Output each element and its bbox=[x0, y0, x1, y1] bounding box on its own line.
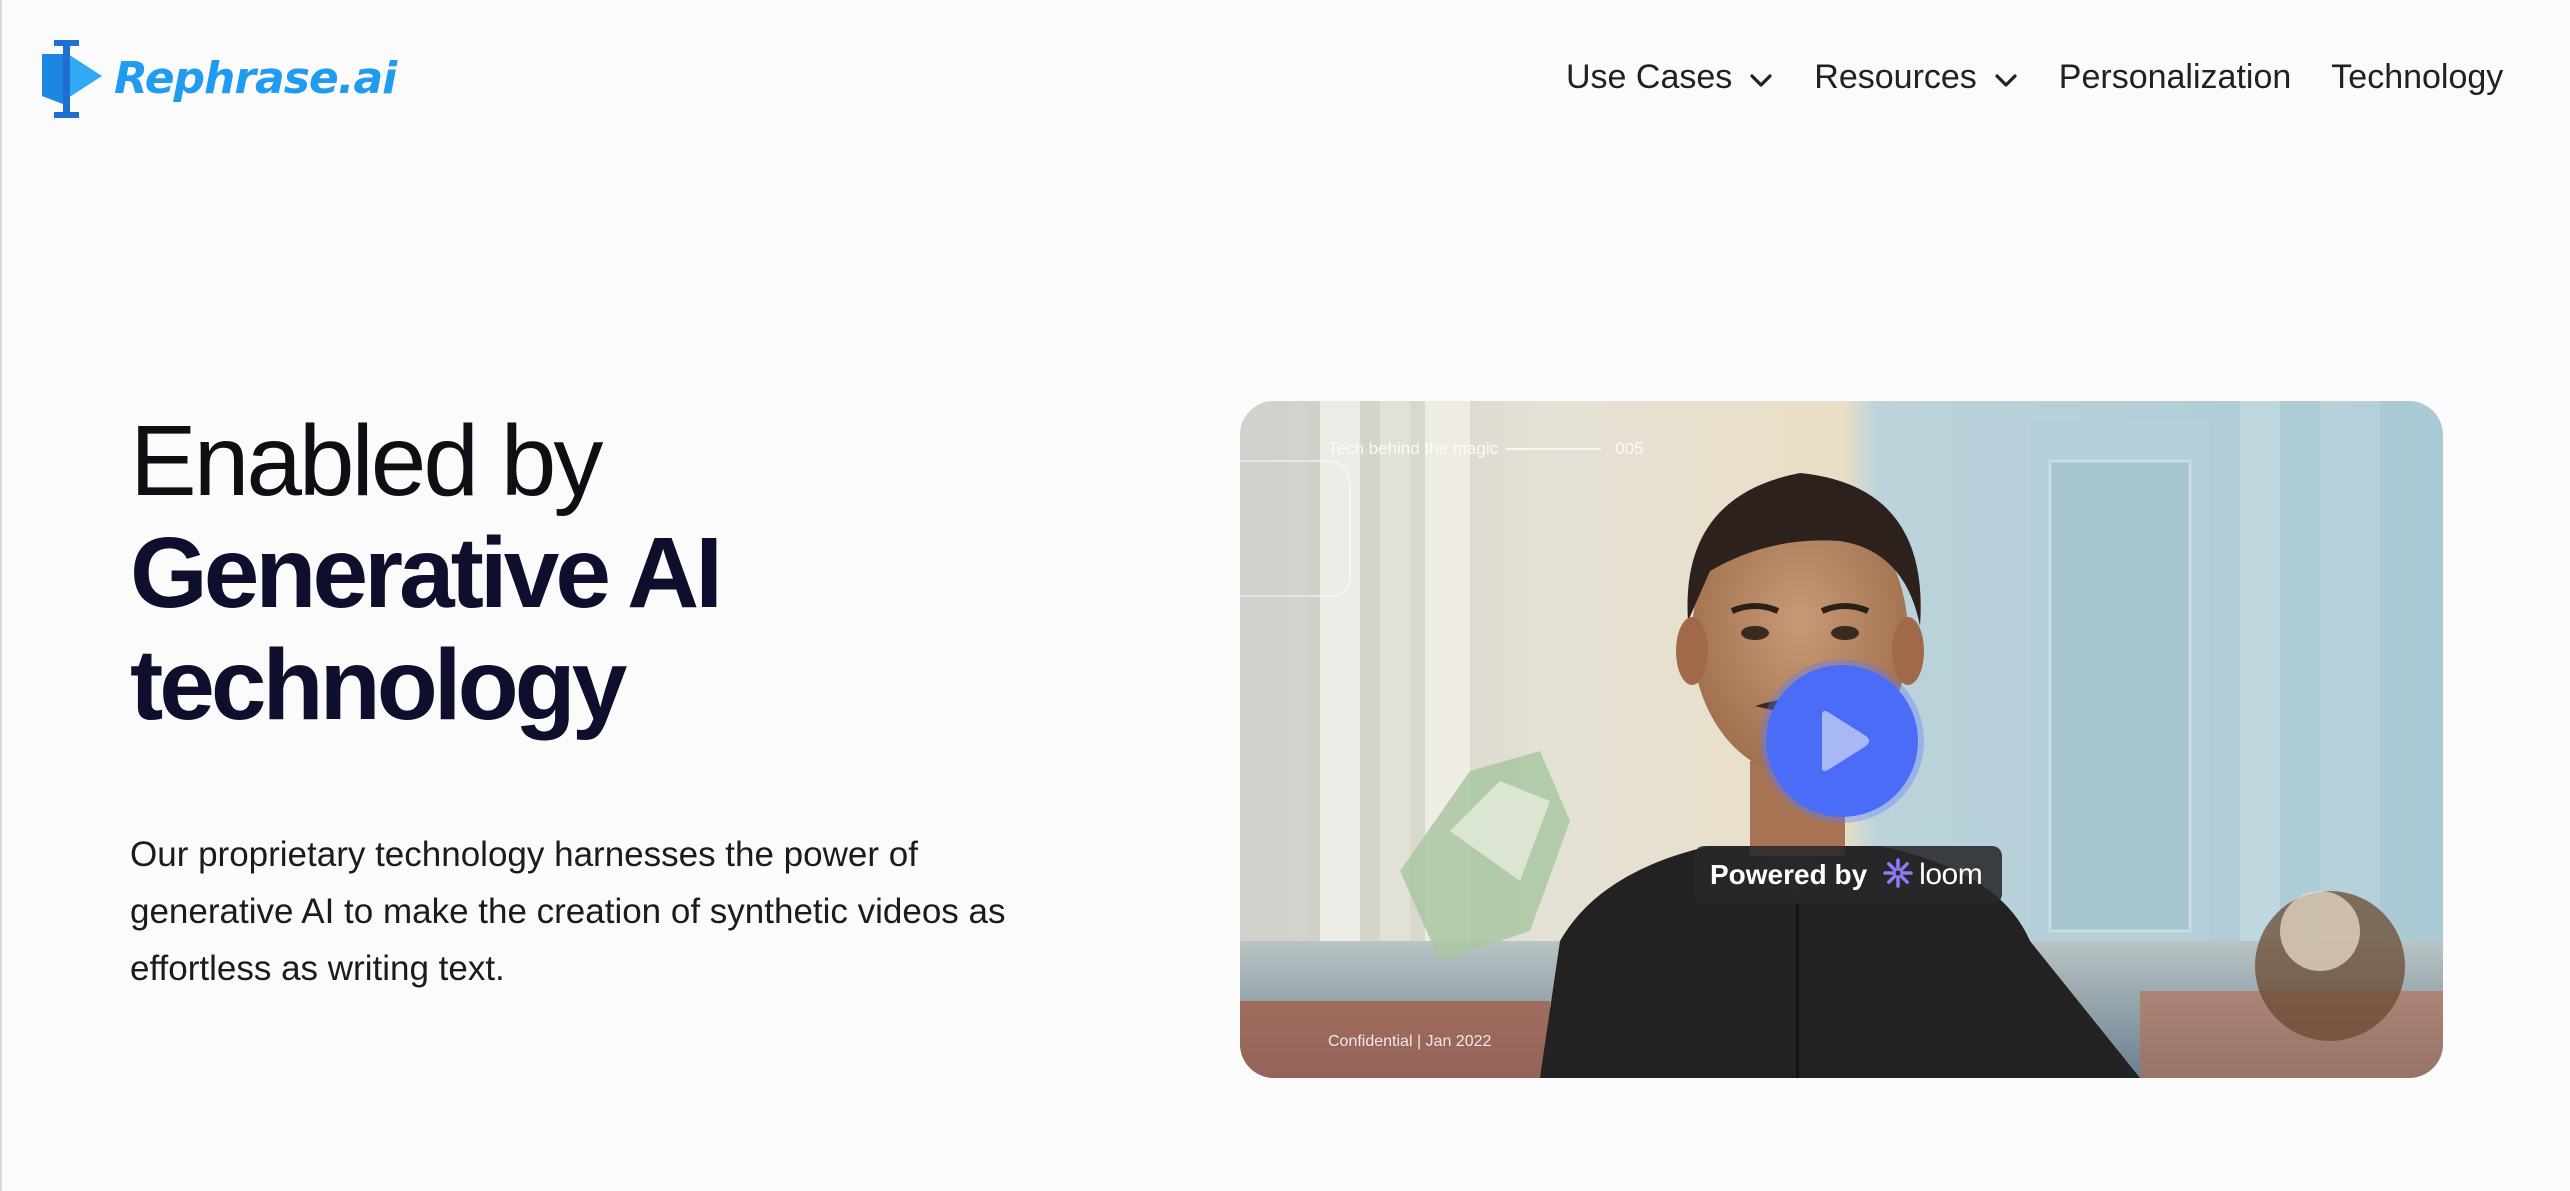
hero-title: Enabled by Generative AI technology bbox=[130, 405, 723, 741]
loom-wordmark: loom bbox=[1919, 858, 1983, 891]
page: Rephrase.ai Use Cases Resources Personal… bbox=[0, 0, 2570, 1191]
nav-use-cases[interactable]: Use Cases bbox=[1566, 58, 1772, 97]
rephrase-logo-icon bbox=[42, 40, 102, 118]
logo-link[interactable]: Rephrase.ai bbox=[38, 36, 397, 120]
powered-by-loom-badge[interactable]: Powered by loom bbox=[1694, 846, 2003, 904]
nav-use-cases-label: Use Cases bbox=[1566, 58, 1733, 96]
nav-technology[interactable]: Technology bbox=[2331, 58, 2503, 97]
video-caption-number: 005 bbox=[1615, 439, 1644, 458]
nav-resources-label: Resources bbox=[1814, 58, 1977, 96]
nav-personalization-label: Personalization bbox=[2058, 58, 2292, 96]
main-nav: Use Cases Resources Personalization Tech… bbox=[1566, 58, 2503, 97]
play-icon bbox=[1822, 711, 1869, 771]
hero-title-line3: technology bbox=[130, 629, 627, 741]
play-button[interactable] bbox=[1766, 665, 1918, 817]
chevron-down-icon bbox=[1995, 58, 2017, 97]
video-caption-title: Tech behind the magic bbox=[1328, 439, 1499, 458]
nav-resources[interactable]: Resources bbox=[1814, 58, 2017, 97]
video-caption-top: Tech behind the magic 005 bbox=[1328, 439, 1643, 459]
hero-title-line2: Generative AI bbox=[130, 517, 723, 629]
video-caption-bottom: Confidential | Jan 2022 bbox=[1328, 1033, 1492, 1050]
hero-title-line1: Enabled by bbox=[130, 405, 603, 517]
site-header: Rephrase.ai Use Cases Resources Personal… bbox=[0, 0, 2570, 160]
nav-technology-label: Technology bbox=[2331, 58, 2504, 96]
chevron-down-icon bbox=[1750, 58, 1772, 97]
powered-by-label: Powered by bbox=[1710, 859, 1868, 890]
loom-icon bbox=[1883, 857, 1913, 893]
video-player[interactable]: Tech behind the magic 005 Confidential |… bbox=[1240, 401, 2443, 1078]
logo-wordmark: Rephrase.ai bbox=[114, 52, 397, 104]
caption-divider bbox=[1506, 448, 1602, 450]
nav-personalization[interactable]: Personalization bbox=[2059, 58, 2291, 97]
hero-description: Our proprietary technology harnesses the… bbox=[130, 835, 1006, 988]
window-edge bbox=[0, 0, 2, 1191]
